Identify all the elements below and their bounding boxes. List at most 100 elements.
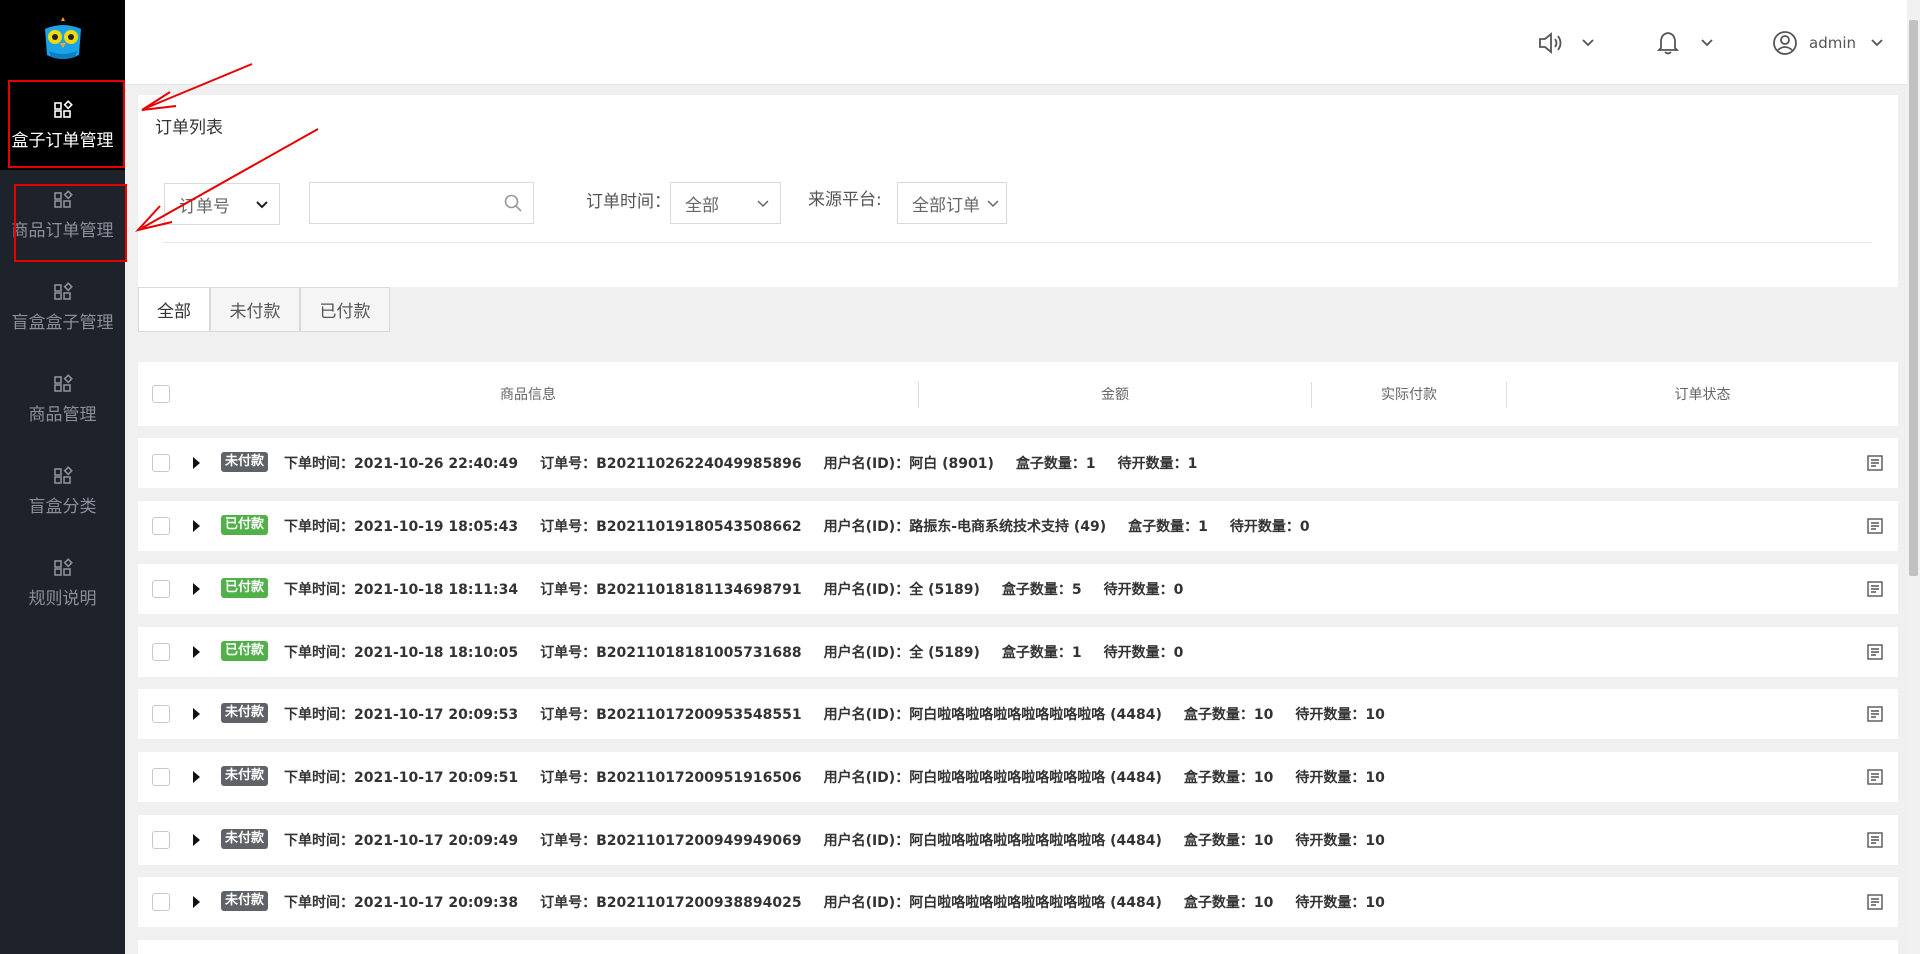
user-name: 用户名(ID)：阿白啦咯啦咯啦咯啦咯啦咯啦咯 (4484)	[823, 707, 1162, 723]
order-time-select[interactable]: 全部	[670, 182, 781, 224]
pending-count: 待开数量：0	[1103, 645, 1184, 661]
expand-arrow-icon[interactable]	[193, 834, 200, 846]
row-checkbox[interactable]	[152, 643, 170, 661]
tab-all[interactable]: 全部	[138, 287, 210, 332]
status-badge: 未付款	[221, 829, 269, 849]
sidebar-item-blindbox-boxes[interactable]: 盲盒盒子管理	[0, 262, 125, 352]
user-name: 用户名(ID)：全 (5189)	[823, 645, 980, 661]
platform-label: 来源平台:	[808, 190, 882, 210]
box-count: 盒子数量：10	[1183, 770, 1274, 786]
col-order-status: 订单状态	[1674, 387, 1731, 403]
order-time: 下单时间：2021-10-18 18:10:05	[284, 645, 519, 661]
expand-arrow-icon[interactable]	[193, 457, 200, 469]
row-checkbox[interactable]	[152, 705, 170, 723]
user-name: 用户名(ID)：路振东-电商系统技术支持 (49)	[823, 519, 1107, 535]
table-row: 未付款 下单时间：2021-10-17 20:09:38 订单号：B202110…	[138, 877, 1898, 927]
status-badge: 未付款	[221, 452, 269, 472]
expand-arrow-icon[interactable]	[193, 708, 200, 720]
order-time: 下单时间：2021-10-17 20:09:49	[284, 833, 519, 849]
user-menu[interactable]: admin	[1771, 28, 1884, 58]
table-row: 已付款 下单时间：2021-10-19 18:05:43 订单号：B202110…	[138, 501, 1898, 551]
chevron-down-icon	[1871, 39, 1883, 47]
order-number: 订单号：B20211017200938894025	[540, 895, 802, 911]
pending-count: 待开数量：10	[1295, 833, 1385, 849]
order-time: 下单时间：2021-10-26 22:40:49	[284, 456, 519, 472]
order-time-label: 订单时间：	[586, 192, 671, 212]
document-icon[interactable]	[1866, 893, 1884, 911]
status-badge: 未付款	[221, 703, 269, 723]
row-checkbox[interactable]	[152, 831, 170, 849]
box-count: 盒子数量：10	[1183, 833, 1274, 849]
document-icon[interactable]	[1866, 454, 1884, 472]
speaker-dropdown[interactable]	[1537, 28, 1595, 58]
document-icon[interactable]	[1866, 517, 1884, 535]
row-info: 下单时间：2021-10-17 20:09:51 订单号：B2021101720…	[284, 752, 1407, 802]
logo[interactable]	[0, 0, 125, 80]
document-icon[interactable]	[1866, 705, 1884, 723]
search-input[interactable]	[309, 182, 534, 224]
search-icon	[504, 194, 522, 212]
expand-arrow-icon[interactable]	[193, 520, 200, 532]
table-row: 未付款 下单时间：2021-10-17 20:09:49 订单号：B202110…	[138, 815, 1898, 865]
platform-select[interactable]: 全部订单	[897, 182, 1007, 224]
table-row: 已付款 下单时间：2021-10-18 18:11:34 订单号：B202110…	[138, 564, 1898, 614]
chevron-down-icon	[757, 200, 769, 208]
bell-icon	[1656, 32, 1680, 55]
pending-count: 待开数量：10	[1295, 895, 1385, 911]
order-number: 订单号：B20211019180543508662	[540, 519, 802, 535]
order-number: 订单号：B20211017200951916506	[540, 770, 802, 786]
scrollbar[interactable]	[1907, 0, 1920, 954]
chevron-down-icon	[1582, 39, 1594, 47]
pending-count: 待开数量：10	[1295, 770, 1385, 786]
row-checkbox[interactable]	[152, 517, 170, 535]
expand-arrow-icon[interactable]	[193, 771, 200, 783]
grid-icon	[53, 281, 73, 300]
document-icon[interactable]	[1866, 643, 1884, 661]
sidebar-item-label: 盲盒分类	[28, 496, 97, 517]
pending-count: 待开数量：1	[1117, 456, 1198, 472]
grid-icon	[53, 557, 73, 576]
col-actual-paid: 实际付款	[1381, 387, 1437, 403]
notification-dropdown[interactable]	[1656, 28, 1714, 58]
annotation-box	[14, 184, 127, 262]
sidebar-item-rules[interactable]: 规则说明	[0, 538, 125, 628]
row-info: 下单时间：2021-10-17 20:09:38 订单号：B2021101720…	[284, 877, 1407, 927]
pending-count: 待开数量：0	[1103, 582, 1184, 598]
box-count: 盒子数量：10	[1183, 707, 1274, 723]
order-number: 订单号：B20211017200953548551	[540, 707, 802, 723]
document-icon[interactable]	[1866, 580, 1884, 598]
row-checkbox[interactable]	[152, 768, 170, 786]
order-number: 订单号：B20211026224049985896	[540, 456, 802, 472]
table-row: 未付款 下单时间：2021-10-17 20:09:51 订单号：B202110…	[138, 752, 1898, 802]
pending-count: 待开数量：10	[1295, 707, 1385, 723]
row-checkbox[interactable]	[152, 454, 170, 472]
expand-arrow-icon[interactable]	[193, 896, 200, 908]
box-count: 盒子数量：1	[1001, 645, 1082, 661]
expand-arrow-icon[interactable]	[193, 646, 200, 658]
user-icon	[1773, 31, 1797, 55]
row-checkbox[interactable]	[152, 580, 170, 598]
tab-unpaid[interactable]: 未付款	[210, 287, 300, 332]
table-row: 未付款 下单时间：2021-10-17 20:09:53 订单号：B202110…	[138, 689, 1898, 739]
status-badge: 已付款	[221, 515, 269, 535]
box-count: 盒子数量：1	[1128, 519, 1208, 535]
sidebar-item-label: 盲盒盒子管理	[11, 312, 114, 333]
search-type-select[interactable]: 订单号	[164, 183, 280, 225]
row-info: 下单时间：2021-10-26 22:40:49 订单号：B2021102622…	[284, 438, 1219, 488]
document-icon[interactable]	[1866, 831, 1884, 849]
expand-arrow-icon[interactable]	[193, 583, 200, 595]
user-name: 用户名(ID)：阿白啦咯啦咯啦咯啦咯啦咯啦咯 (4484)	[823, 895, 1162, 911]
user-name: 用户名(ID)：阿白啦咯啦咯啦咯啦咯啦咯啦咯 (4484)	[823, 770, 1162, 786]
document-icon[interactable]	[1866, 768, 1884, 786]
select-all-checkbox[interactable]	[152, 385, 170, 403]
order-number: 订单号：B20211018181134698791	[540, 582, 802, 598]
row-checkbox[interactable]	[152, 893, 170, 911]
tab-paid[interactable]: 已付款	[300, 287, 390, 332]
speaker-icon	[1539, 32, 1562, 54]
sidebar-item-categories[interactable]: 盲盒分类	[0, 446, 125, 536]
sidebar-item-products[interactable]: 商品管理	[0, 354, 125, 444]
sidebar-item-label: 商品管理	[28, 404, 97, 425]
divider	[163, 242, 1872, 243]
scrollbar-thumb[interactable]	[1909, 20, 1918, 576]
order-time: 下单时间：2021-10-17 20:09:51	[284, 770, 519, 786]
